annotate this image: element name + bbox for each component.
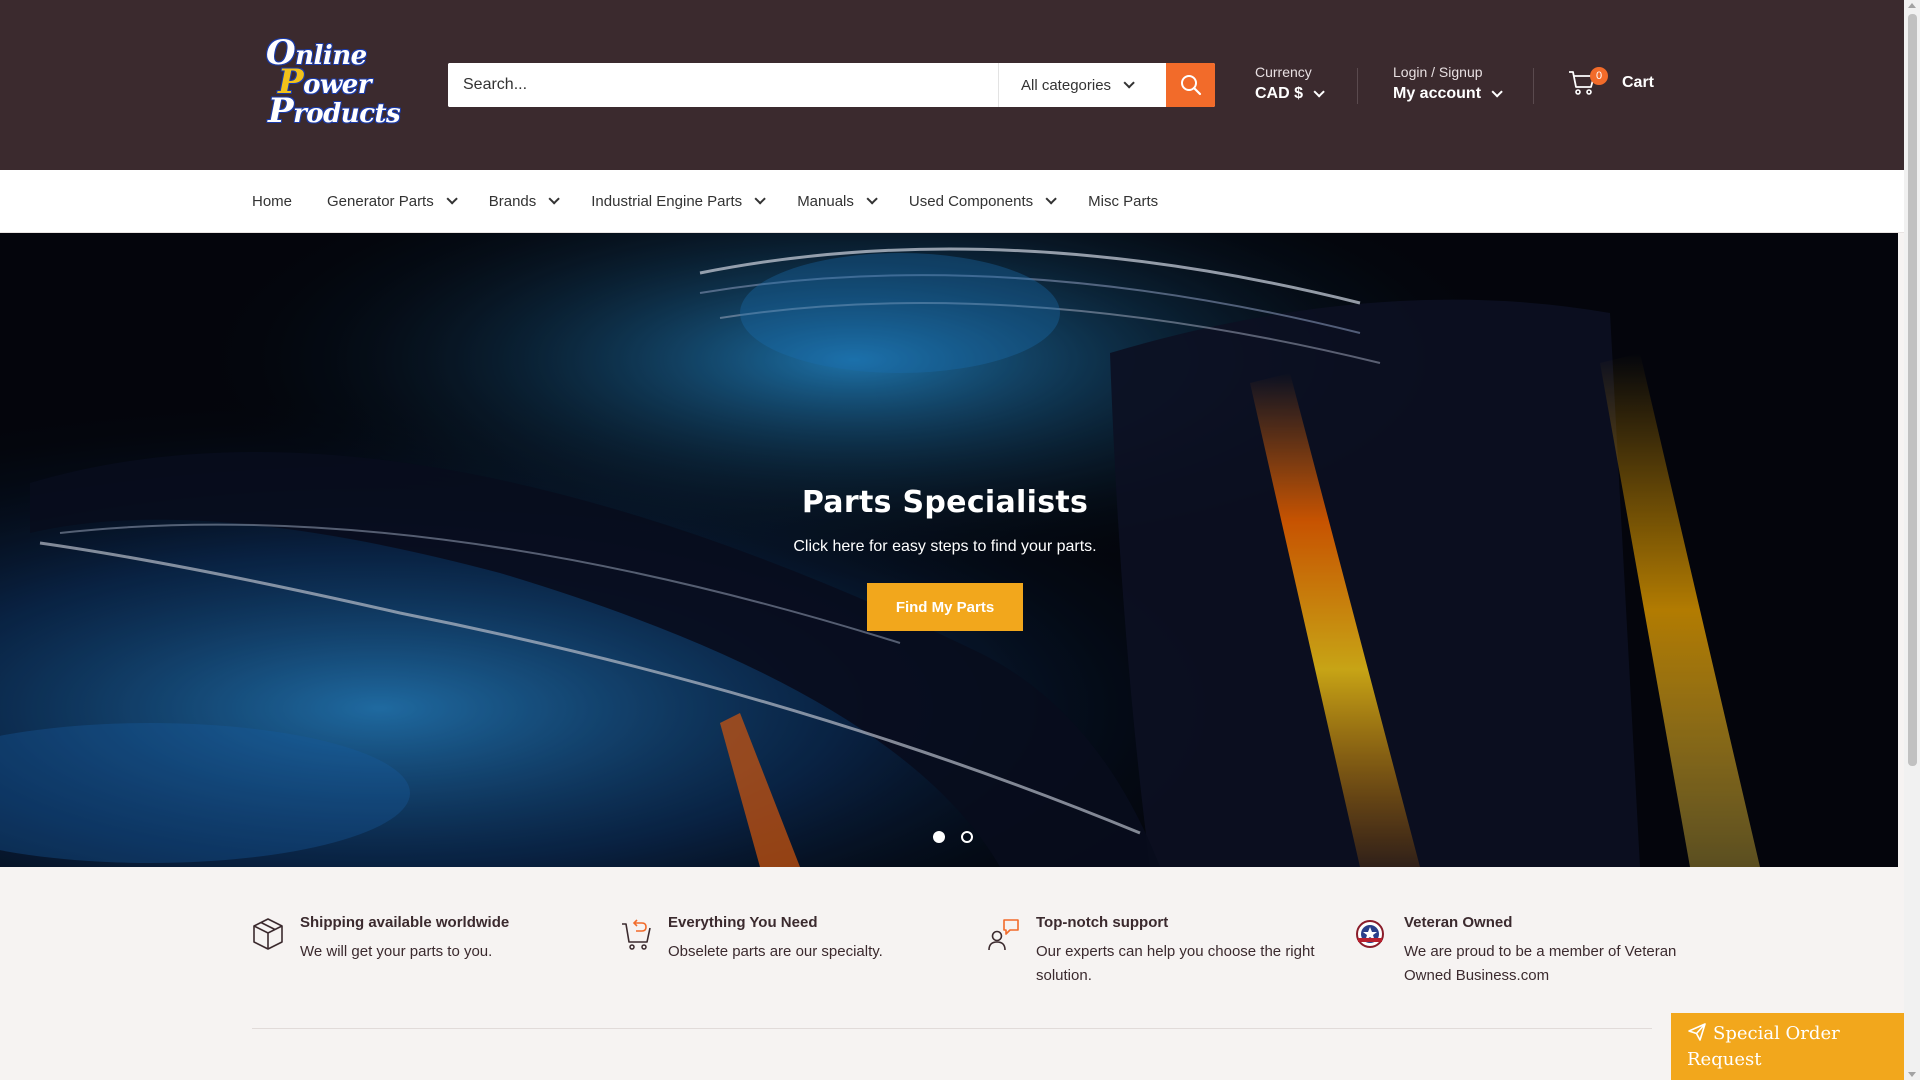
feature-text: We are proud to be a member of Veteran O…: [1404, 943, 1677, 984]
currency-label: Currency: [1255, 64, 1312, 80]
cart-button[interactable]: 0 Cart: [1568, 67, 1655, 96]
cart-return-icon: [622, 919, 651, 950]
page-scrollbar[interactable]: [1904, 0, 1920, 1080]
hero-slideshow: Parts Specialists Click here for easy st…: [0, 233, 1898, 867]
header-divider: [1357, 68, 1358, 104]
veteran-badge-icon: [1356, 920, 1384, 948]
nav-item-label: Home: [252, 192, 293, 210]
chevron-down-icon: [446, 193, 458, 205]
special-order-request-button[interactable]: Special Order Request: [1671, 1013, 1905, 1080]
cart-count-badge: 0: [1590, 67, 1608, 85]
main-navigation: Home Generator Parts Brands Industrial Engi…: [0, 170, 1904, 233]
section-divider: [252, 1028, 1652, 1029]
my-account-label: My account: [1393, 85, 1482, 102]
chevron-down-icon: [1491, 86, 1503, 98]
nav-item-label: Brands: [488, 192, 537, 210]
site-header: Online Power Products All categories Cur…: [0, 0, 1904, 170]
search-button[interactable]: [1166, 63, 1215, 107]
nav-item-brands[interactable]: Brands: [488, 192, 561, 210]
feature-title: Veteran Owned: [1404, 914, 1513, 931]
feature-title: Everything You Need: [668, 914, 818, 931]
feature-text: We will get your parts to you.: [300, 943, 493, 960]
category-select[interactable]: All categories: [998, 63, 1166, 107]
nav-item-label: Used Components: [908, 192, 1034, 210]
currency-value: CAD $: [1255, 85, 1304, 102]
send-icon: [1688, 1023, 1706, 1041]
scroll-down-arrow-icon[interactable]: [1908, 1072, 1916, 1077]
nav-item-industrial-engine-parts[interactable]: Industrial Engine Parts: [591, 192, 766, 210]
nav-item-misc-parts[interactable]: Misc Parts: [1088, 193, 1158, 210]
nav-item-label: Industrial Engine Parts: [591, 192, 743, 210]
category-select-label: All categories: [1021, 76, 1112, 94]
chevron-down-icon: [866, 193, 878, 205]
chevron-down-icon: [1123, 77, 1135, 89]
currency-selector[interactable]: Currency CAD $: [1255, 64, 1325, 103]
account-menu[interactable]: Login / Signup My account: [1393, 64, 1503, 103]
nav-item-used-components[interactable]: Used Components: [908, 192, 1057, 210]
search-bar: All categories: [448, 63, 1215, 107]
login-signup-label: Login / Signup: [1393, 64, 1483, 80]
hero-title: Parts Specialists: [801, 485, 1089, 520]
search-icon: [1180, 75, 1201, 96]
site-logo[interactable]: Online Power Products: [264, 36, 401, 128]
search-input[interactable]: [448, 63, 998, 107]
nav-item-label: Misc Parts: [1088, 192, 1159, 210]
nav-list: Home Generator Parts Brands Industrial Engi…: [252, 170, 1193, 232]
nav-item-home[interactable]: Home: [252, 193, 292, 210]
nav-item-manuals[interactable]: Manuals: [797, 192, 878, 210]
chevron-down-icon: [1313, 86, 1325, 98]
header-divider: [1533, 68, 1534, 104]
find-my-parts-button[interactable]: Find My Parts: [867, 583, 1023, 631]
chevron-down-icon: [754, 193, 766, 205]
chevron-down-icon: [1045, 193, 1057, 205]
chevron-down-icon: [548, 193, 561, 205]
nav-item-label: Generator Parts: [327, 192, 434, 210]
feature-title: Top-notch support: [1036, 914, 1169, 931]
cart-label: Cart: [1622, 74, 1655, 91]
scroll-up-arrow-icon[interactable]: [1908, 3, 1916, 8]
feature-text: Our experts can help you choose the righ…: [1036, 943, 1315, 984]
nav-item-label: Manuals: [797, 192, 854, 210]
feature-text: Obselete parts are our specialty.: [668, 943, 883, 960]
box-icon: [253, 918, 283, 950]
special-order-label: Special Order Request: [1687, 1023, 1840, 1070]
slide-dot-1[interactable]: [933, 831, 945, 843]
support-icon: [988, 919, 1019, 951]
slide-dot-2[interactable]: [961, 831, 973, 843]
nav-item-generator-parts[interactable]: Generator Parts: [327, 192, 458, 210]
hero-subtitle[interactable]: Click here for easy steps to find your p…: [0, 538, 1890, 556]
feature-title: Shipping available worldwide: [300, 914, 510, 931]
scrollbar-thumb[interactable]: [1908, 14, 1917, 766]
